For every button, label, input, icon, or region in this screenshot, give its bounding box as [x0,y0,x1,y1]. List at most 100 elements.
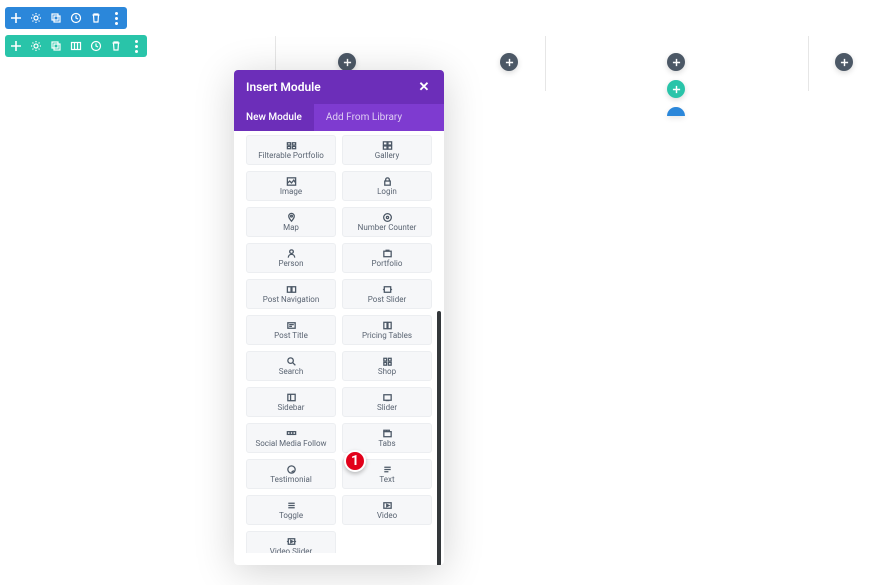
trash-icon[interactable] [89,11,103,25]
modal-body: Filterable Portfolio Gallery Image Login Map… [234,131,444,565]
modal-tabs: New Module Add From Library [234,104,444,131]
module-video-slider[interactable]: Video Slider [246,531,336,553]
add-module-button[interactable] [835,53,853,71]
clock-icon[interactable] [89,39,103,53]
close-icon[interactable]: ✕ [416,79,432,95]
module-label: Post Title [274,332,308,340]
add-module-button[interactable] [500,53,518,71]
module-tabs[interactable]: Tabs [342,423,432,453]
module-label: Gallery [375,152,400,160]
plus-icon[interactable] [9,39,23,53]
module-label: Pricing Tables [362,332,412,340]
map-pin-icon [286,213,297,223]
module-grid: Filterable Portfolio Gallery Image Login Map… [246,135,432,553]
video-slider-icon [286,537,297,547]
module-label: Testimonial [270,476,312,484]
module-gallery[interactable]: Gallery [342,135,432,165]
video-icon [382,501,393,511]
post-slider-icon [382,285,393,295]
gear-icon[interactable] [29,11,43,25]
module-slider[interactable]: Slider [342,387,432,417]
toggle-icon [286,501,297,511]
module-social-media-follow[interactable]: Social Media Follow [246,423,336,453]
module-post-slider[interactable]: Post Slider [342,279,432,309]
module-label: Slider [377,404,397,412]
search-icon [286,357,297,367]
sidebar-icon [286,393,297,403]
module-pricing-tables[interactable]: Pricing Tables [342,315,432,345]
module-filterable-portfolio[interactable]: Filterable Portfolio [246,135,336,165]
portfolio-icon [382,249,393,259]
module-label: Post Navigation [263,296,320,304]
module-sidebar[interactable]: Sidebar [246,387,336,417]
module-search[interactable]: Search [246,351,336,381]
module-label: Text [379,476,394,484]
module-label: Image [280,188,302,196]
tab-add-from-library[interactable]: Add From Library [314,104,414,131]
columns-icon[interactable] [69,39,83,53]
tab-new-module[interactable]: New Module [234,104,314,131]
gear-icon[interactable] [29,39,43,53]
module-number-counter[interactable]: Number Counter [342,207,432,237]
add-row-button[interactable] [667,80,685,98]
gallery-icon [382,141,393,151]
module-map[interactable]: Map [246,207,336,237]
module-shop[interactable]: Shop [342,351,432,381]
duplicate-icon[interactable] [49,11,63,25]
module-post-navigation[interactable]: Post Navigation [246,279,336,309]
slider-icon [382,393,393,403]
insert-module-modal: Insert Module ✕ New Module Add From Libr… [234,70,444,565]
post-nav-icon [286,285,297,295]
module-label: Video Slider [270,548,312,554]
module-person[interactable]: Person [246,243,336,273]
module-label: Map [283,224,299,232]
modal-header: Insert Module ✕ [234,70,444,104]
portfolio-filter-icon [286,141,297,151]
module-label: Shop [378,368,396,376]
module-label: Number Counter [358,224,417,232]
module-image[interactable]: Image [246,171,336,201]
module-video[interactable]: Video [342,495,432,525]
module-label: Sidebar [277,404,304,412]
module-label: Tabs [378,440,395,448]
scrollbar-thumb[interactable] [437,311,441,565]
module-toggle[interactable]: Toggle [246,495,336,525]
testimonial-icon [286,465,297,475]
add-module-button[interactable] [338,53,356,71]
module-portfolio[interactable]: Portfolio [342,243,432,273]
pricing-icon [382,321,393,331]
social-icon [286,429,297,439]
module-label: Post Slider [368,296,406,304]
module-label: Toggle [279,512,303,520]
module-label: Person [278,260,303,268]
module-label: Login [377,188,397,196]
add-module-button[interactable] [667,53,685,71]
plus-icon[interactable] [9,11,23,25]
module-label: Social Media Follow [255,440,326,448]
module-label: Search [279,368,304,376]
module-label: Portfolio [372,260,403,268]
more-icon[interactable] [129,39,143,53]
tabs-icon [382,429,393,439]
module-login[interactable]: Login [342,171,432,201]
clock-icon[interactable] [69,11,83,25]
modal-title: Insert Module [246,80,321,94]
text-icon [382,465,393,475]
trash-icon[interactable] [109,39,123,53]
image-icon [286,177,297,187]
shop-icon [382,357,393,367]
post-title-icon [286,321,297,331]
duplicate-icon[interactable] [49,39,63,53]
annotation-badge-1: 1 [344,450,366,472]
lock-icon [382,177,393,187]
module-label: Video [377,512,397,520]
annotation-number: 1 [351,453,359,469]
add-section-button[interactable] [667,107,685,116]
module-post-title[interactable]: Post Title [246,315,336,345]
module-label: Filterable Portfolio [258,152,324,160]
more-icon[interactable] [109,11,123,25]
person-icon [286,249,297,259]
module-testimonial[interactable]: Testimonial [246,459,336,489]
counter-icon [382,213,393,223]
column-divider [545,36,546,91]
